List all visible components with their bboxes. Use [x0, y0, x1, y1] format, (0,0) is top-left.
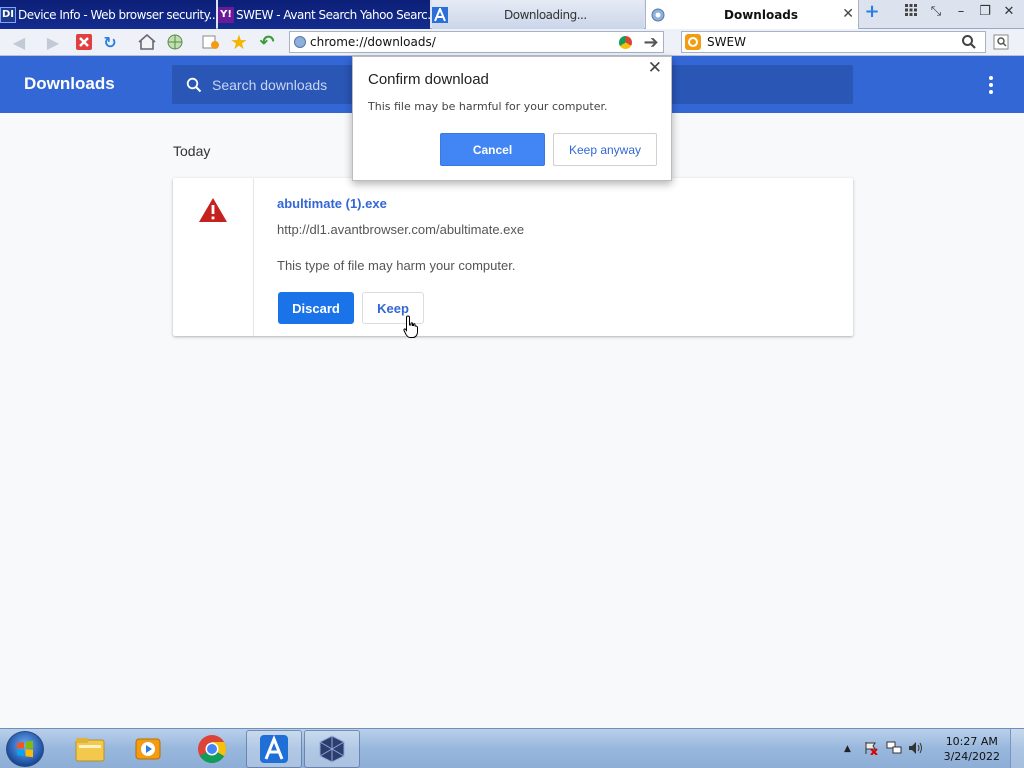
dialog-message: This file may be harmful for your comput…: [368, 100, 608, 113]
search-box-text: SWEW: [707, 35, 746, 49]
media-player-icon: [135, 738, 161, 760]
tab-bar: DI Device Info - Web browser security...…: [0, 0, 1024, 29]
virtualbox-icon: [319, 735, 345, 763]
keep-anyway-button[interactable]: Keep anyway: [553, 133, 657, 166]
tab-close-icon[interactable]: ✕: [842, 6, 854, 22]
tab-downloading[interactable]: Downloading...: [432, 0, 644, 29]
yahoo-favicon-icon: Y!: [218, 6, 234, 23]
folder-icon: [75, 738, 105, 762]
tab-title: Downloads: [724, 7, 799, 22]
go-arrow-icon[interactable]: ➔: [640, 31, 662, 53]
taskbar-virtualbox[interactable]: [304, 730, 360, 768]
taskbar-avant-browser[interactable]: [246, 730, 302, 768]
dialog-title: Confirm download: [368, 71, 489, 88]
search-icon: [186, 77, 202, 93]
chrome-page-favicon-icon: [650, 7, 666, 23]
tab-swew-search[interactable]: Y! SWEW - Avant Search Yahoo Searc...: [218, 0, 430, 29]
windows-taskbar: ▲ 10:27 AM 3/24/2022: [0, 728, 1024, 768]
more-menu-icon[interactable]: [982, 76, 1000, 94]
address-bar[interactable]: chrome://downloads/: [289, 31, 664, 53]
maximize-icon[interactable]: ❐: [975, 4, 995, 19]
undo-close-icon[interactable]: ↶: [256, 31, 278, 53]
feeds-icon[interactable]: [200, 31, 222, 53]
warning-triangle-icon: [198, 197, 228, 227]
navigation-toolbar: ◀ ▶ ↻ ★ ↶ chrome://downloads/ ➔ SWEW: [0, 29, 1024, 56]
file-name-link[interactable]: abultimate (1).exe: [277, 196, 387, 211]
file-source-url[interactable]: http://dl1.avantbrowser.com/abultimate.e…: [277, 222, 524, 237]
clock-time: 10:27 AM: [945, 735, 998, 748]
network-tray-icon[interactable]: [886, 741, 902, 758]
clock-date: 3/24/2022: [943, 750, 1000, 763]
download-icon-column: [173, 178, 254, 336]
back-icon[interactable]: ◀: [8, 31, 30, 53]
taskbar-explorer[interactable]: [62, 730, 118, 768]
network-icon[interactable]: [164, 31, 186, 53]
minimize-icon[interactable]: –: [951, 4, 971, 19]
avant-browser-icon: [260, 734, 288, 763]
page-title: Downloads: [24, 74, 115, 93]
system-tray: ▲ 10:27 AM 3/24/2022: [824, 729, 1024, 768]
search-magnifier-icon[interactable]: [961, 34, 977, 54]
address-text: chrome://downloads/: [310, 35, 436, 49]
tab-downloads[interactable]: Downloads ✕: [645, 0, 859, 29]
discard-button[interactable]: Discard: [278, 292, 354, 324]
restore-arrows-icon[interactable]: ⤡: [926, 4, 946, 19]
stop-icon[interactable]: [73, 31, 95, 53]
danger-warning-text: This type of file may harm your computer…: [277, 258, 516, 273]
forward-icon[interactable]: ▶: [42, 31, 64, 53]
hand-cursor-icon: [403, 315, 419, 343]
page-search-icon[interactable]: [990, 31, 1012, 53]
confirm-download-dialog: Confirm download ✕ This file may be harm…: [352, 56, 672, 181]
tab-device-info[interactable]: DI Device Info - Web browser security...: [0, 0, 216, 29]
tab-title: Device Info - Web browser security...: [18, 7, 216, 22]
show-desktop-button[interactable]: [1010, 729, 1024, 768]
page-info-icon: [294, 36, 306, 48]
action-center-flag-icon[interactable]: [864, 741, 878, 758]
home-icon[interactable]: [136, 31, 158, 53]
taskbar-chrome[interactable]: [184, 730, 240, 768]
tab-title: SWEW - Avant Search Yahoo Searc...: [236, 7, 430, 22]
favorites-star-icon[interactable]: ★: [228, 30, 250, 54]
download-item-card: abultimate (1).exe http://dl1.avantbrows…: [173, 178, 853, 336]
device-info-favicon-icon: DI: [0, 6, 16, 23]
windows-logo-icon: [17, 740, 33, 758]
dialog-close-icon[interactable]: ✕: [648, 58, 662, 78]
date-section-header: Today: [173, 143, 211, 159]
search-engine-icon[interactable]: [685, 34, 701, 50]
refresh-icon[interactable]: ↻: [99, 31, 121, 53]
cancel-button[interactable]: Cancel: [440, 133, 545, 166]
avant-favicon-icon: [432, 6, 448, 23]
tab-title: Downloading...: [504, 7, 587, 22]
taskbar-media-player[interactable]: [120, 730, 176, 768]
search-box[interactable]: SWEW: [681, 31, 986, 53]
show-hidden-icons-icon[interactable]: ▲: [844, 744, 851, 754]
close-window-icon[interactable]: ✕: [999, 4, 1019, 19]
chrome-icon: [198, 735, 226, 763]
start-button[interactable]: [6, 731, 44, 767]
system-clock[interactable]: 10:27 AM 3/24/2022: [944, 734, 1000, 764]
chrome-engine-icon[interactable]: [619, 36, 632, 49]
apps-grid-icon[interactable]: [901, 4, 921, 20]
new-tab-plus-icon[interactable]: +: [862, 1, 882, 22]
volume-icon[interactable]: [908, 741, 924, 758]
